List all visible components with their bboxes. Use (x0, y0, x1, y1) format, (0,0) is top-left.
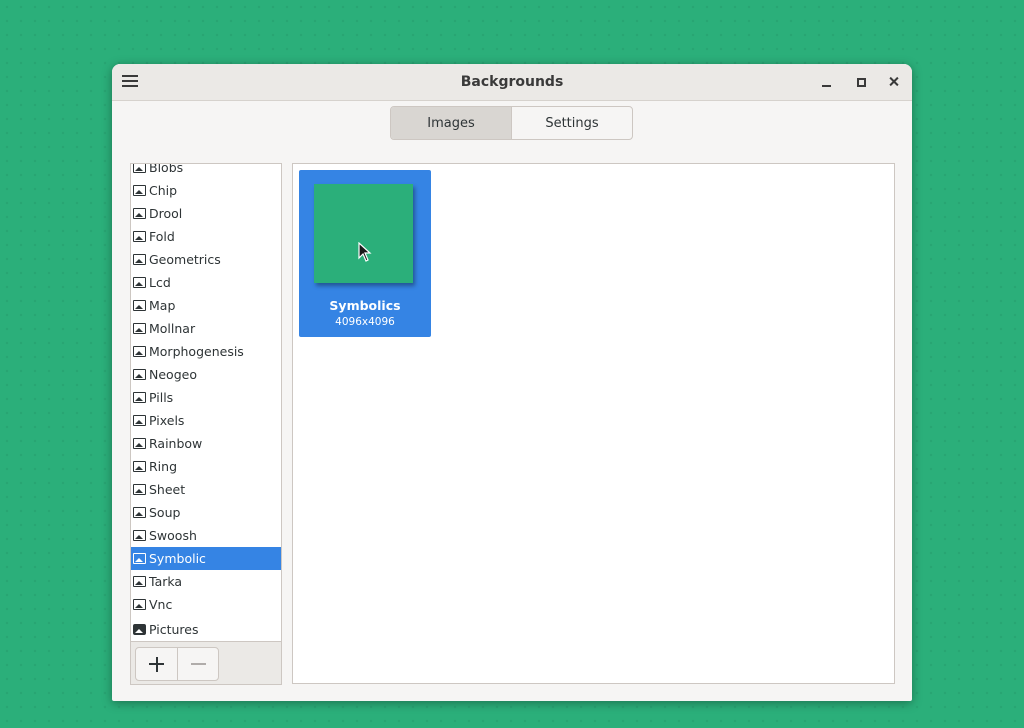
sidebar-button-group (135, 647, 219, 681)
sidebar-item-label: Morphogenesis (149, 344, 244, 359)
image-icon (133, 164, 146, 173)
sidebar-item-label: Geometrics (149, 252, 221, 267)
tab-settings[interactable]: Settings (512, 107, 632, 139)
folder-icon (133, 624, 146, 635)
image-icon (133, 185, 146, 196)
sidebar-item-label: Mollnar (149, 321, 196, 336)
sidebar-item-label: Ring (149, 459, 178, 474)
title-bar[interactable]: Backgrounds (112, 64, 912, 101)
image-icon (133, 323, 146, 334)
sidebar-item-neogeo[interactable]: Neogeo (131, 363, 281, 386)
image-icon (133, 530, 146, 541)
mouse-pointer-icon (358, 242, 372, 262)
sidebar-item-label: Pixels (149, 413, 185, 428)
sidebar-item-chip[interactable]: Chip (131, 179, 281, 202)
sidebar-item-swoosh[interactable]: Swoosh (131, 524, 281, 547)
collection-sidebar[interactable]: Blobs Chip Drool Fold Geometrics Lcd Map… (130, 163, 282, 685)
sidebar-item-rainbow[interactable]: Rainbow (131, 432, 281, 455)
sidebar-item-pills[interactable]: Pills (131, 386, 281, 409)
sidebar-item-ring[interactable]: Ring (131, 455, 281, 478)
sidebar-item-sheet[interactable]: Sheet (131, 478, 281, 501)
sidebar-item-label: Tarka (149, 574, 183, 589)
sidebar-toolbar (131, 641, 281, 684)
sidebar-item-pixels[interactable]: Pixels (131, 409, 281, 432)
add-collection-button[interactable] (136, 648, 177, 680)
image-icon (133, 599, 146, 610)
sidebar-item-mollnar[interactable]: Mollnar (131, 317, 281, 340)
image-icon (133, 392, 146, 403)
sidebar-item-label: Vnc (149, 597, 173, 612)
sidebar-item-label: Drool (149, 206, 183, 221)
minimize-icon[interactable] (818, 73, 836, 91)
close-icon[interactable] (885, 73, 903, 91)
image-icon (133, 576, 146, 587)
tab-images[interactable]: Images (391, 107, 512, 139)
sidebar-item-label: Blobs (149, 163, 184, 175)
sidebar-item-blobs[interactable]: Blobs (131, 163, 281, 179)
sidebar-item-morphogenesis[interactable]: Morphogenesis (131, 340, 281, 363)
sidebar-item-soup[interactable]: Soup (131, 501, 281, 524)
image-icon (133, 415, 146, 426)
sidebar-item-label: Chip (149, 183, 178, 198)
collection-list: Blobs Chip Drool Fold Geometrics Lcd Map… (131, 163, 281, 641)
image-icon (133, 369, 146, 380)
sidebar-item-label: Swoosh (149, 528, 197, 543)
sidebar-item-label: Map (149, 298, 176, 313)
image-icon (133, 438, 146, 449)
sidebar-item-label: Pictures (149, 622, 199, 637)
image-icon (133, 208, 146, 219)
image-icon (133, 300, 146, 311)
window-title: Backgrounds (460, 74, 564, 90)
image-icon (133, 507, 146, 518)
image-icon (133, 461, 146, 472)
sidebar-item-pictures[interactable]: Pictures (131, 618, 281, 641)
image-icon (133, 254, 146, 265)
sidebar-item-map[interactable]: Map (131, 294, 281, 317)
sidebar-item-fold[interactable]: Fold (131, 225, 281, 248)
sidebar-item-symbolic[interactable]: Symbolic (131, 547, 281, 570)
sidebar-item-label: Soup (149, 505, 181, 520)
image-name: Symbolics (329, 298, 401, 313)
image-icon (133, 484, 146, 495)
sidebar-item-label: Sheet (149, 482, 186, 497)
image-icon (133, 231, 146, 242)
image-thumbnail[interactable] (314, 184, 413, 283)
image-resolution: 4096x4096 (335, 316, 395, 328)
sidebar-item-drool[interactable]: Drool (131, 202, 281, 225)
sidebar-item-vnc[interactable]: Vnc (131, 593, 281, 616)
view-switcher: Images Settings (390, 106, 633, 140)
sidebar-item-label: Fold (149, 229, 175, 244)
image-tile-symbolics[interactable]: Symbolics 4096x4096 (299, 170, 431, 337)
sidebar-item-label: Pills (149, 390, 174, 405)
sidebar-item-tarka[interactable]: Tarka (131, 570, 281, 593)
sidebar-item-label: Rainbow (149, 436, 203, 451)
image-icon (133, 277, 146, 288)
backgrounds-window: Backgrounds Images Settings Blobs Chip D… (112, 64, 912, 701)
image-grid[interactable]: Symbolics 4096x4096 (292, 163, 895, 684)
sidebar-item-label: Neogeo (149, 367, 197, 382)
maximize-icon[interactable] (852, 73, 870, 91)
image-icon (133, 346, 146, 357)
image-icon (133, 553, 146, 564)
sidebar-item-label: Lcd (149, 275, 171, 290)
remove-collection-button[interactable] (176, 648, 219, 680)
sidebar-item-label: Symbolic (149, 551, 206, 566)
sidebar-item-geometrics[interactable]: Geometrics (131, 248, 281, 271)
sidebar-item-lcd[interactable]: Lcd (131, 271, 281, 294)
